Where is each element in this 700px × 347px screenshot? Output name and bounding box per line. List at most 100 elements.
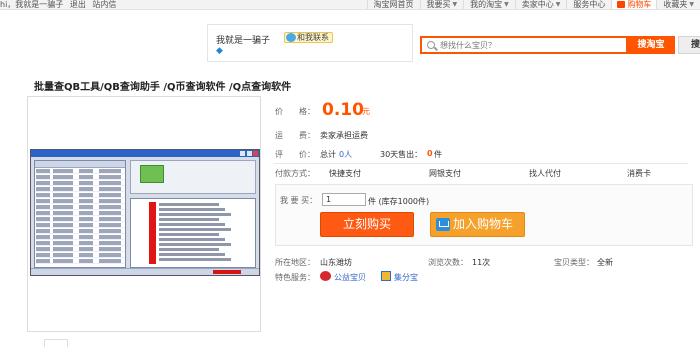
- search-secondary-button[interactable]: 搜: [678, 36, 700, 54]
- quantity-input[interactable]: [322, 193, 366, 206]
- nav-buy-menu[interactable]: 我要买 ▼: [419, 0, 464, 9]
- nav-cart-link[interactable]: 购物车: [611, 0, 657, 9]
- screenshot-account-table: [34, 160, 126, 268]
- diamond-icon: ◆: [216, 46, 223, 56]
- screenshot-cell: [53, 193, 73, 197]
- screenshot-cell: [79, 253, 93, 257]
- screenshot-cell: [79, 229, 93, 233]
- screenshot-cell: [79, 199, 93, 203]
- points-icon: [381, 271, 391, 281]
- screenshot-cell: [99, 253, 121, 257]
- nav-my-taobao-menu[interactable]: 我的淘宝 ▼: [463, 0, 515, 9]
- screenshot-cell: [53, 175, 73, 179]
- service-points-link[interactable]: 集分宝: [394, 272, 418, 283]
- price-unit: 元: [362, 107, 370, 116]
- condition-label: 宝贝类型：: [554, 258, 594, 267]
- nav-favorites-label: 收藏夹: [663, 0, 688, 9]
- contact-seller-label: 和我联系: [297, 33, 329, 42]
- add-to-cart-button[interactable]: 加入购物车: [430, 212, 525, 237]
- logout-link[interactable]: 退出: [70, 0, 86, 9]
- screenshot-cell: [99, 259, 121, 263]
- contact-seller-button[interactable]: 和我联系: [284, 32, 333, 43]
- screenshot-result-line: [159, 258, 231, 261]
- product-title: 批量查QB工具/QB查询助手 /Q币查询软件 /Q点查询软件: [34, 82, 292, 93]
- close-icon: [253, 151, 258, 156]
- screenshot-cell: [36, 217, 50, 221]
- payment-label: 付款方式：: [275, 169, 315, 178]
- screenshot-cell: [99, 211, 121, 215]
- screenshot-cell: [99, 235, 121, 239]
- screenshot-cell: [99, 241, 121, 245]
- image-thumbnail[interactable]: [44, 339, 68, 347]
- top-nav-bar: hi，我就是一骗子 退出 站内信 淘宝网首页 我要买 ▼ 我的淘宝 ▼ 卖家中心 ▼ …: [0, 0, 700, 10]
- nav-cart-label: 购物车: [627, 0, 652, 9]
- service-charity-link[interactable]: 公益宝贝: [334, 272, 366, 283]
- screenshot-cell: [79, 193, 93, 197]
- nav-home-link[interactable]: 淘宝网首页: [366, 0, 420, 9]
- screenshot-cell: [79, 223, 93, 227]
- screenshot-result-line: [159, 218, 219, 221]
- shipping-value: 卖家承担运费: [320, 131, 368, 140]
- maximize-icon: [247, 151, 252, 156]
- chevron-down-icon: ▼: [555, 1, 561, 8]
- price-value: 0.10: [322, 100, 364, 120]
- screenshot-cell: [36, 175, 50, 179]
- screenshot-cell: [79, 247, 93, 251]
- screenshot-cell: [79, 205, 93, 209]
- rating-label: 评 价：: [275, 150, 315, 159]
- screenshot-cell: [99, 223, 121, 227]
- location-value: 山东潍坊: [320, 258, 352, 267]
- screenshot-table-header: [35, 161, 125, 168]
- screenshot-cell: [36, 181, 50, 185]
- payment-method-bank: 网银支付: [429, 169, 461, 178]
- screenshot-cell: [79, 181, 93, 185]
- screenshot-result-line: [159, 248, 219, 251]
- product-main-image[interactable]: [27, 96, 261, 332]
- payment-method-quick: 快捷支付: [329, 169, 361, 178]
- chevron-down-icon: ▼: [689, 1, 694, 8]
- screenshot-cell: [79, 211, 93, 215]
- screenshot-cell: [99, 217, 121, 221]
- screenshot-cell: [36, 259, 50, 263]
- screenshot-redacted-bar: [149, 202, 156, 264]
- screenshot-cell: [36, 241, 50, 245]
- screenshot-status-redacted: [213, 270, 241, 274]
- search-input[interactable]: [440, 39, 625, 51]
- screenshot-cell: [36, 205, 50, 209]
- screenshot-cell: [53, 187, 73, 191]
- screenshot-cell: [36, 193, 50, 197]
- seller-info-box: 我就是一骗子 和我联系 ◆: [207, 24, 413, 62]
- messages-link[interactable]: 站内信: [92, 0, 116, 9]
- seller-name[interactable]: 我就是一骗子: [216, 33, 270, 46]
- chevron-down-icon: ▼: [504, 1, 509, 8]
- nav-service-center-link[interactable]: 服务中心: [566, 0, 611, 9]
- screenshot-result-line: [159, 223, 225, 226]
- charity-icon: [320, 271, 331, 281]
- payment-method-card: 消费卡: [627, 169, 651, 178]
- screenshot-cell: [99, 169, 121, 173]
- screenshot-cell: [53, 229, 73, 233]
- minimize-icon: [240, 151, 245, 156]
- search-icon: [427, 41, 435, 49]
- cart-icon: [436, 218, 450, 231]
- views-value: 11次: [472, 258, 491, 267]
- rating-count-link[interactable]: 0人: [339, 149, 352, 160]
- screenshot-cell: [53, 235, 73, 239]
- screenshot-result-line: [159, 203, 219, 206]
- location-label: 所在地区：: [275, 258, 315, 267]
- screenshot-cell: [79, 175, 93, 179]
- chevron-down-icon: ▼: [452, 1, 458, 8]
- top-nav-left: hi，我就是一骗子 退出 站内信: [0, 0, 120, 9]
- screenshot-result-line: [159, 228, 231, 231]
- screenshot-cell: [99, 199, 121, 203]
- screenshot-result-line: [159, 253, 225, 256]
- screenshot-cell: [99, 193, 121, 197]
- screenshot-cell: [36, 211, 50, 215]
- cart-icon: [617, 1, 626, 8]
- screenshot-cell: [36, 229, 50, 233]
- screenshot-cell: [53, 259, 73, 263]
- buy-now-button[interactable]: 立刻购买: [320, 212, 414, 237]
- search-taobao-button[interactable]: 搜淘宝: [627, 36, 675, 54]
- nav-favorites-menu[interactable]: 收藏夹 ▼: [656, 0, 700, 9]
- nav-seller-center-menu[interactable]: 卖家中心 ▼: [514, 0, 567, 9]
